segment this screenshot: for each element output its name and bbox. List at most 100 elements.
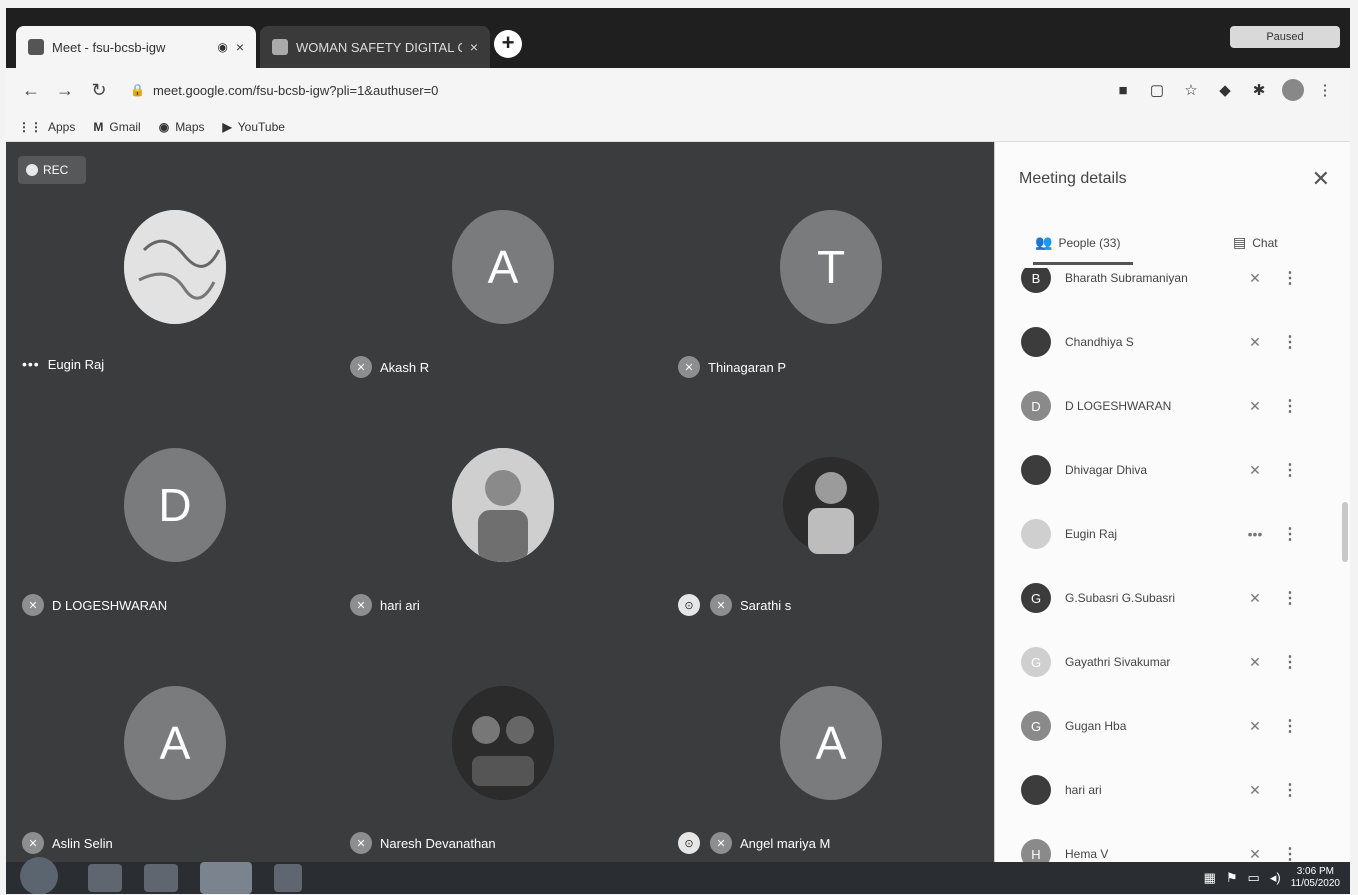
list-item[interactable]: D D LOGESHWARAN ✕ ⋮ (995, 374, 1335, 438)
more-options-icon[interactable]: ⋮ (1275, 844, 1305, 862)
bookmark-gmail[interactable]: M Gmail (93, 120, 140, 134)
more-options-icon[interactable]: ⋮ (1275, 588, 1305, 608)
participant-avatar: D (124, 448, 226, 562)
list-item[interactable]: Chandhiya S ✕ ⋮ (995, 310, 1335, 374)
tab-label: People (33) (1058, 235, 1121, 250)
list-item[interactable]: Eugin Raj ••• ⋮ (995, 502, 1335, 566)
participant-tile[interactable]: ⊙ ✕ Sarathi s (668, 390, 988, 630)
system-tray: ▦ ⚑ ▭ ◂) 3:06 PM 11/05/2020 (1204, 866, 1340, 890)
more-options-icon[interactable]: ⋮ (1275, 524, 1305, 544)
mic-muted-icon: ✕ (1249, 653, 1261, 670)
bookmark-maps[interactable]: ◉ Maps (159, 120, 205, 134)
docs-favicon-icon (272, 39, 288, 55)
participant-avatar: A (780, 686, 882, 800)
pin-icon[interactable]: ⊙ (678, 594, 700, 616)
participant-name: Thinagaran P (708, 359, 787, 375)
bookmarks-bar: ⋮⋮ Apps M Gmail ◉ Maps ▶ YouTube (6, 112, 1350, 142)
tab-document[interactable]: WOMAN SAFETY DIGITAL CRO × (260, 26, 490, 68)
mic-muted-icon: ✕ (350, 356, 372, 378)
clock[interactable]: 3:06 PM 11/05/2020 (1291, 866, 1340, 890)
participant-avatar: A (124, 686, 226, 800)
participant-name: hari ari (380, 597, 420, 613)
participant-avatar: D (1021, 391, 1051, 421)
mic-muted-icon: ✕ (1249, 845, 1261, 862)
participant-namebar: ✕ Akash R (350, 356, 429, 378)
chrome-icon[interactable] (200, 862, 252, 894)
list-item[interactable]: G Gugan Hba ✕ ⋮ (995, 694, 1335, 758)
chat-icon: ▤ (1233, 234, 1247, 250)
maps-icon: ◉ (158, 119, 170, 134)
participant-tile[interactable]: ••• Eugin Raj (12, 152, 332, 392)
participant-namebar: ✕ Aslin Selin (22, 832, 113, 854)
list-item[interactable]: H Hema V ✕ ⋮ (995, 822, 1335, 862)
profile-avatar[interactable] (1282, 79, 1304, 101)
file-explorer-icon[interactable] (88, 864, 122, 892)
list-item[interactable]: B Bharath Subramaniyan ✕ ⋮ (995, 268, 1335, 310)
network-icon[interactable]: ▭ (1248, 870, 1260, 886)
participant-name: Eugin Raj (1065, 527, 1118, 541)
more-options-icon[interactable]: ⋮ (1275, 396, 1305, 416)
address-bar[interactable]: 🔒 meet.google.com/fsu-bcsb-igw?pli=1&aut… (120, 75, 1102, 105)
participant-namebar: ••• Eugin Raj (22, 356, 104, 372)
list-item[interactable]: G Gayathri Sivakumar ✕ ⋮ (995, 630, 1335, 694)
list-item[interactable]: G G.Subasri G.Subasri ✕ ⋮ (995, 566, 1335, 630)
media-player-icon[interactable] (144, 864, 178, 892)
forward-icon[interactable]: → (52, 80, 78, 101)
mic-muted-icon: ✕ (22, 832, 44, 854)
screen: Meet - fsu-bcsb-igw ◉ × WOMAN SAFETY DIG… (6, 8, 1350, 894)
participant-tile[interactable]: ✕ hari ari (340, 390, 660, 630)
participants-scrollbar[interactable] (1342, 502, 1348, 562)
bookmark-label: Apps (48, 119, 76, 134)
pin-icon[interactable]: ⊙ (678, 832, 700, 854)
bookmark-apps[interactable]: ⋮⋮ Apps (18, 120, 75, 134)
more-options-icon[interactable]: ⋮ (1275, 780, 1305, 800)
participant-name: Dhivagar Dhiva (1065, 463, 1148, 477)
participant-name: Hema V (1065, 847, 1109, 861)
volume-icon[interactable]: ◂) (1270, 870, 1281, 886)
flag-icon[interactable]: ⚑ (1226, 870, 1238, 886)
close-icon[interactable]: × (470, 39, 478, 55)
extension-icon[interactable]: ◆ (1212, 81, 1238, 99)
profile-status-badge[interactable]: Paused (1230, 26, 1340, 48)
star-icon[interactable]: ☆ (1178, 81, 1204, 99)
participant-name: Eugin Raj (47, 356, 105, 372)
list-item[interactable]: hari ari ✕ ⋮ (995, 758, 1335, 822)
more-options-icon[interactable]: ⋮ (1275, 652, 1305, 672)
close-icon[interactable]: ✕ (1312, 166, 1330, 192)
close-icon[interactable]: × (236, 39, 244, 55)
paint-icon[interactable] (274, 864, 302, 892)
participant-tile[interactable]: A ✕ Akash R (340, 152, 660, 392)
mic-muted-icon: ✕ (1249, 269, 1261, 286)
bookmark-youtube[interactable]: ▶ YouTube (223, 120, 285, 134)
youtube-icon: ▶ (222, 119, 232, 134)
participant-avatar: H (1021, 839, 1051, 862)
participant-name: Naresh Devanathan (380, 835, 496, 851)
tab-chat[interactable]: ▤ Chat (1233, 234, 1278, 251)
more-options-icon[interactable]: ⋮ (1275, 332, 1305, 352)
more-options-icon[interactable]: ⋮ (1275, 716, 1305, 736)
participant-tile[interactable]: T ✕ Thinagaran P (668, 152, 988, 392)
camera-icon[interactable]: ■ (1110, 82, 1136, 99)
back-icon[interactable]: ← (18, 80, 44, 101)
keyboard-icon[interactable]: ▦ (1204, 870, 1216, 886)
participant-tile[interactable]: A ⊙ ✕ Angel mariya M (668, 628, 988, 868)
reload-icon[interactable]: ↻ (86, 80, 112, 101)
tab-people[interactable]: 👥 People (33) (1035, 234, 1120, 251)
participant-photo (452, 686, 554, 800)
participant-avatar: G (1021, 647, 1051, 677)
new-tab-button[interactable]: + (494, 30, 522, 58)
puzzle-icon[interactable]: ✱ (1246, 81, 1272, 99)
participant-tile[interactable]: D ✕ D LOGESHWARAN (12, 390, 332, 630)
mic-muted-icon: ✕ (350, 594, 372, 616)
clock-date: 11/05/2020 (1290, 878, 1340, 889)
screen-share-icon[interactable]: ▢ (1144, 81, 1170, 99)
participant-tile[interactable]: A ✕ Aslin Selin (12, 628, 332, 868)
start-button[interactable] (20, 857, 58, 894)
participant-name: Akash R (380, 359, 430, 375)
menu-icon[interactable]: ⋮ (1312, 81, 1338, 99)
more-options-icon[interactable]: ⋮ (1275, 268, 1305, 288)
more-options-icon[interactable]: ⋮ (1275, 460, 1305, 480)
participant-tile[interactable]: ✕ Naresh Devanathan (340, 628, 660, 868)
list-item[interactable]: Dhivagar Dhiva ✕ ⋮ (995, 438, 1335, 502)
tab-meet[interactable]: Meet - fsu-bcsb-igw ◉ × (16, 26, 256, 68)
